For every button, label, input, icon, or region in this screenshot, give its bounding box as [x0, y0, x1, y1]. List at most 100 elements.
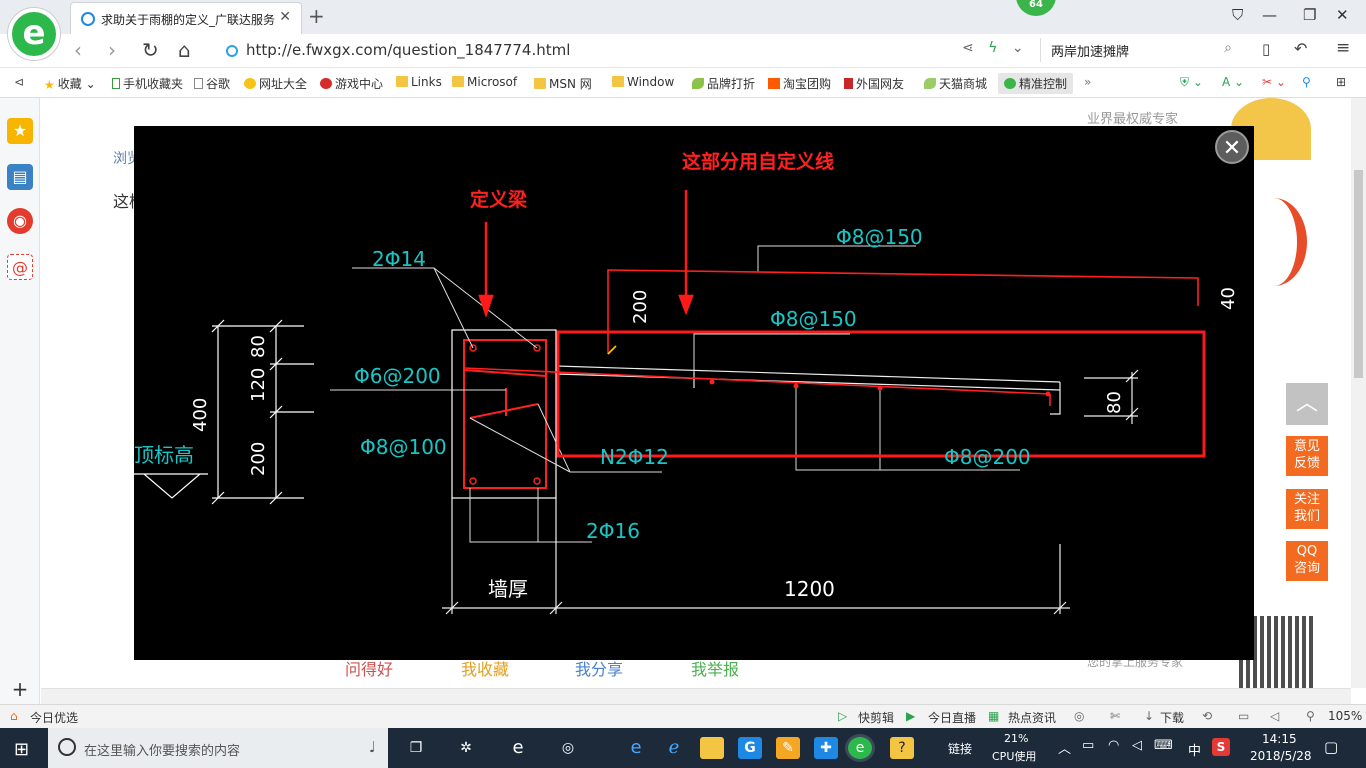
lightning-icon[interactable]: ϟ — [988, 40, 997, 56]
search-tool-icon[interactable]: ⚲ — [1302, 75, 1311, 89]
chevron-down-icon[interactable]: ⌄ — [1012, 40, 1024, 56]
browser-taskbar-icon[interactable]: e — [848, 737, 872, 759]
forward-icon[interactable]: › — [108, 38, 116, 62]
favorites-star-icon[interactable]: ★ — [7, 118, 33, 144]
bookmark-mobile[interactable]: 手机收藏夹 — [112, 75, 183, 92]
bookmark-tmall[interactable]: 天猫商城 — [924, 75, 987, 92]
sidebar-toggle-icon[interactable]: ⊲ — [14, 75, 24, 89]
restore-icon[interactable]: ❐ — [1303, 6, 1316, 24]
clock-time[interactable]: 14:15 — [1262, 732, 1297, 746]
gift-icon[interactable]: ⌂ — [10, 709, 18, 723]
microphone-icon[interactable]: ♩ — [369, 738, 376, 756]
reader-icon[interactable]: ▤ — [7, 164, 33, 190]
today-live-link[interactable]: 今日直播 — [928, 709, 976, 726]
tool-icon[interactable]: ✄ — [1110, 709, 1120, 723]
ie-icon[interactable]: ℯ — [662, 737, 686, 759]
notes-app-icon[interactable]: ✎ — [776, 737, 800, 759]
back-icon[interactable]: ‹ — [74, 38, 82, 62]
bookmark-google[interactable]: 谷歌 — [194, 75, 230, 92]
weibo-icon[interactable]: ◉ — [7, 208, 33, 234]
minimize-icon[interactable]: — — [1262, 6, 1277, 24]
volume-icon[interactable]: ◁ — [1132, 738, 1142, 753]
refresh-icon[interactable]: ↻ — [142, 38, 159, 62]
url-field[interactable]: http://e.fwxgx.com/question_1847774.html — [224, 40, 944, 62]
windows-start-icon[interactable]: ⊞ — [14, 739, 29, 760]
zoom-level[interactable]: 105% — [1328, 709, 1362, 723]
chat-app-icon[interactable]: ◎ — [556, 737, 580, 759]
bookmark-sites[interactable]: 网址大全 — [244, 75, 307, 92]
live-icon[interactable]: ▶ — [906, 709, 915, 723]
bookmark-favorites[interactable]: ★ 收藏 ⌄ — [44, 75, 96, 92]
feedback-button[interactable]: 意见 反馈 — [1286, 436, 1328, 476]
hot-news-link[interactable]: 热点资讯 — [1008, 709, 1056, 726]
speed-icon[interactable]: ◎ — [1074, 709, 1084, 723]
translate-icon[interactable]: A ⌄ — [1222, 75, 1244, 89]
fan-app-icon[interactable]: ✲ — [454, 737, 478, 759]
phone-icon[interactable]: ▯ — [1262, 40, 1270, 58]
horizontal-scrollbar[interactable] — [41, 688, 1351, 704]
bookmark-precise[interactable]: 精准控制 — [998, 73, 1074, 94]
battery-icon[interactable]: ▭ — [1082, 738, 1094, 753]
search-input[interactable]: 两岸加速摊牌 ⌕ — [1040, 38, 1240, 62]
follow-us-button[interactable]: 关注 我们 — [1286, 489, 1328, 529]
bookmark-brand-sale[interactable]: 品牌打折 — [692, 75, 755, 92]
tray-expand-icon[interactable]: ︿ — [1058, 738, 1071, 757]
tab-close-icon[interactable]: ✕ — [279, 9, 291, 25]
download-icon[interactable]: ↓ — [1144, 709, 1154, 723]
scissors-icon[interactable]: ✂ ⌄ — [1262, 75, 1286, 89]
plus-app-icon[interactable]: ✚ — [814, 737, 838, 759]
bookmark-folder-microsoft[interactable]: Microsof — [452, 75, 517, 89]
wifi-icon[interactable]: ◠ — [1108, 738, 1119, 753]
glodon-g-icon[interactable]: G — [738, 737, 762, 759]
search-icon[interactable]: ⌕ — [1224, 40, 1232, 56]
bookmark-folder-windows[interactable]: Window — [612, 75, 674, 89]
lightbox-close-button[interactable]: ✕ — [1215, 130, 1249, 164]
zoom-icon[interactable]: ⚲ — [1306, 709, 1315, 723]
ime-indicator[interactable]: 中 — [1188, 740, 1201, 759]
email-icon[interactable]: @ — [7, 254, 33, 280]
undo-icon[interactable]: ↶ — [1294, 39, 1307, 58]
browser-logo-icon[interactable]: e — [8, 8, 60, 60]
bookmark-folder-links[interactable]: Links — [396, 75, 442, 89]
back-to-top-button[interactable]: ︿ — [1286, 383, 1328, 425]
today-picks-link[interactable]: 今日优选 — [30, 709, 78, 726]
task-view-icon[interactable]: ❐ — [404, 737, 428, 759]
sogou-ime-icon[interactable]: S — [1212, 738, 1230, 756]
qq-consult-button[interactable]: QQ 咨询 — [1286, 541, 1328, 581]
bookmark-folder-msn[interactable]: MSN 网 — [534, 75, 592, 92]
shield-icon[interactable]: ⛨ ⌄ — [1180, 75, 1203, 90]
scrollbar-thumb[interactable] — [1354, 170, 1363, 378]
add-sidebar-icon[interactable]: + — [7, 676, 33, 702]
help-app-icon[interactable]: ? — [890, 737, 914, 759]
window-small-icon[interactable]: ▭ — [1238, 709, 1249, 723]
file-explorer-icon[interactable] — [700, 737, 724, 759]
vertical-scrollbar[interactable] — [1351, 98, 1366, 688]
edge-icon[interactable]: e — [624, 737, 648, 759]
edge-browser-icon[interactable]: e — [506, 737, 530, 759]
menu-icon[interactable]: ≡ — [1336, 38, 1350, 58]
bookmark-taobao[interactable]: 淘宝团购 — [768, 75, 831, 92]
url-tools[interactable]: ⋖ ϟ ⌄ — [962, 40, 1024, 56]
home-icon[interactable]: ⌂ — [178, 38, 191, 62]
keyboard-icon[interactable]: ⌨ — [1154, 738, 1173, 753]
link-label[interactable]: 链接 — [948, 740, 972, 757]
refresh-small-icon[interactable]: ⟲ — [1202, 709, 1212, 723]
bookmark-games[interactable]: 游戏中心 — [320, 75, 383, 92]
apps-grid-icon[interactable]: ⊞ — [1336, 75, 1346, 89]
notification-center-icon[interactable]: ▢ — [1324, 738, 1338, 756]
clip-icon[interactable]: ▷ — [838, 709, 847, 723]
taskbar-search-input[interactable]: 在这里输入你要搜索的内容 ♩ — [48, 728, 388, 768]
shirt-skin-icon[interactable]: ⛉ — [1232, 6, 1243, 24]
share-icon[interactable]: ⋖ — [962, 40, 974, 56]
quick-clip-link[interactable]: 快剪辑 — [858, 709, 894, 726]
download-link[interactable]: 下载 — [1160, 709, 1184, 726]
news-icon[interactable]: ▦ — [988, 709, 999, 723]
new-tab-button[interactable]: + — [308, 4, 325, 28]
bookmark-foreign[interactable]: 外国网友 — [844, 75, 904, 92]
mute-icon[interactable]: ◁ — [1270, 709, 1279, 723]
bookmark-label: Links — [411, 75, 442, 89]
more-bookmarks-icon[interactable]: » — [1084, 75, 1091, 89]
window-close-icon[interactable]: ✕ — [1336, 6, 1349, 24]
tab-active[interactable]: 求助关于雨棚的定义_广联达服务 ✕ — [70, 2, 302, 34]
clock-date[interactable]: 2018/5/28 — [1250, 749, 1312, 763]
